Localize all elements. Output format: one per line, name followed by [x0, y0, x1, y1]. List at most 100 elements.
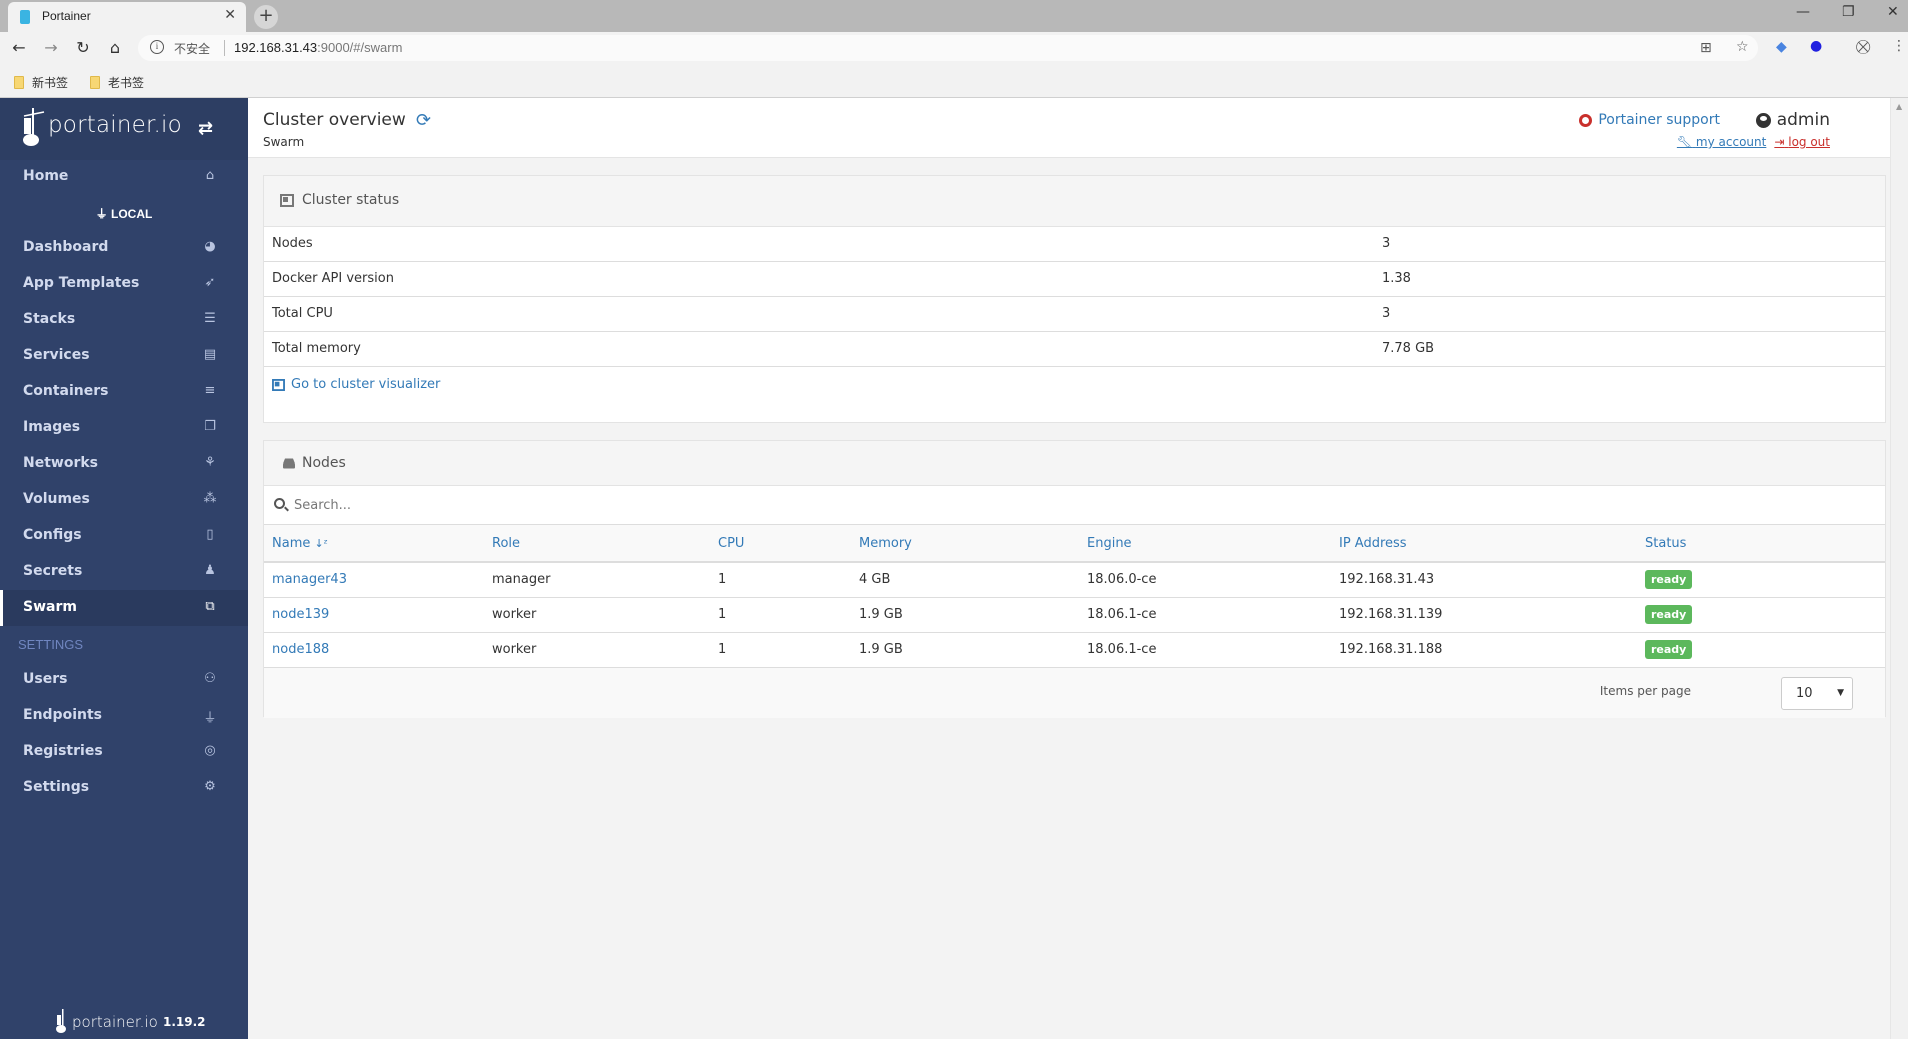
sidebar-item-label: Stacks [23, 311, 76, 327]
window-close-icon[interactable]: ✕ [1887, 4, 1899, 20]
refresh-icon[interactable]: ⟳ [416, 110, 431, 131]
menu-kebab-icon[interactable]: ⋮ [1892, 38, 1906, 54]
home-browser-icon[interactable]: ⌂ [104, 38, 126, 57]
endpoint-label: LOCAL [111, 207, 153, 221]
sidebar-logo-area: portainer.io ⇄ [0, 98, 248, 160]
back-icon[interactable]: ← [8, 38, 30, 57]
hdd-icon [283, 458, 295, 469]
table-row: node188 worker 1 1.9 GB 18.06.1-ce 192.1… [264, 632, 1885, 668]
node-role: manager [484, 562, 710, 598]
reload-icon[interactable]: ↻ [72, 38, 94, 57]
node-name-link[interactable]: node139 [272, 607, 329, 622]
sidebar-item-label: Swarm [23, 599, 77, 615]
column-header-status[interactable]: Status [1637, 525, 1885, 563]
url-path: :9000/#/swarm [317, 40, 403, 55]
extension-circle-icon[interactable]: ● [1810, 38, 1822, 54]
column-header-engine[interactable]: Engine [1079, 525, 1331, 563]
rocket-icon: ➶ [204, 275, 216, 290]
column-header-cpu[interactable]: CPU [710, 525, 851, 563]
incognito-icon[interactable]: ⛒ [1856, 39, 1870, 55]
cluster-status-row: Total memory 7.78 GB [264, 332, 1885, 367]
node-memory: 1.9 GB [851, 597, 1079, 633]
bookmark-folder[interactable]: 新书签 [14, 74, 68, 91]
cogs-icon: ⚙ [204, 779, 216, 794]
scroll-up-icon[interactable]: ▲ [1896, 102, 1902, 111]
google-translate-ext-icon[interactable]: ◆ [1776, 39, 1787, 55]
column-header-name[interactable]: Name ↓ᶻ [264, 525, 484, 563]
object-group-icon [280, 194, 294, 207]
logo-text[interactable]: portainer.io [48, 112, 182, 138]
sidebar-item-users[interactable]: Users ⚇ [0, 662, 248, 698]
log-out-link[interactable]: ⇥ log out [1774, 135, 1830, 149]
new-tab-button[interactable]: + [254, 5, 278, 29]
url-text[interactable]: 192.168.31.43:9000/#/swarm [234, 40, 402, 55]
column-header-ip-address[interactable]: IP Address [1331, 525, 1637, 563]
translate-icon[interactable]: ⊞ [1700, 40, 1712, 56]
sidebar-item-services[interactable]: Services ▤ [0, 338, 248, 374]
sidebar-item-label: Secrets [23, 563, 83, 579]
row-value: 1.38 [1382, 271, 1411, 286]
sidebar-item-home[interactable]: Home ⌂ [0, 159, 248, 195]
sidebar-item-secrets[interactable]: Secrets ♟ [0, 554, 248, 590]
sidebar-item-dashboard[interactable]: Dashboard ◕ [0, 230, 248, 266]
items-per-page-value: 10 [1796, 685, 1813, 701]
cluster-visualizer-link[interactable]: Go to cluster visualizer [272, 377, 440, 392]
sidebar-item-images[interactable]: Images ❐ [0, 410, 248, 446]
minimize-icon[interactable]: — [1796, 4, 1810, 20]
toggle-sidebar-icon[interactable]: ⇄ [198, 118, 213, 139]
bookmark-star-icon[interactable]: ☆ [1736, 39, 1749, 55]
sidebar-item-label: Containers [23, 383, 109, 399]
forward-icon[interactable]: → [40, 38, 62, 57]
node-role: worker [484, 597, 710, 633]
sidebar-item-volumes[interactable]: Volumes ⁂ [0, 482, 248, 518]
tab-title: Portainer [42, 9, 91, 23]
node-engine: 18.06.0-ce [1079, 562, 1331, 598]
page-scrollbar[interactable]: ▲ [1890, 98, 1908, 1039]
tachometer-icon: ◕ [204, 239, 216, 254]
node-cpu: 1 [710, 597, 851, 633]
nodes-panel: Nodes Name ↓ᶻ Role CPU Memory Engine IP … [263, 440, 1886, 718]
node-ip: 192.168.31.188 [1331, 632, 1637, 668]
portainer-logo-small-icon [56, 1009, 66, 1033]
bookmark-folder[interactable]: 老书签 [90, 74, 144, 91]
plug-icon: ⏚ [203, 711, 217, 726]
node-name-link[interactable]: node188 [272, 642, 329, 657]
sidebar-item-endpoints[interactable]: Endpoints ⏚ [0, 698, 248, 734]
portainer-support-link[interactable]: Portainer support [1579, 112, 1720, 128]
browser-tab-bar: Portainer ✕ + — ❐ ✕ [0, 0, 1908, 32]
sidebar-item-networks[interactable]: Networks ⚘ [0, 446, 248, 482]
sidebar-item-label: Configs [23, 527, 82, 543]
home-icon: ⌂ [205, 168, 215, 183]
sidebar-item-registries[interactable]: Registries ◎ [0, 734, 248, 770]
browser-tab[interactable]: Portainer ✕ [8, 2, 246, 32]
column-header-role[interactable]: Role [484, 525, 710, 563]
address-bar[interactable]: i 不安全 192.168.31.43:9000/#/swarm [138, 35, 1758, 61]
node-cpu: 1 [710, 562, 851, 598]
endpoint-name: ⏚ LOCAL [0, 205, 248, 222]
my-account-link[interactable]: 🔧︎ my account [1677, 135, 1766, 149]
row-value: 3 [1382, 306, 1391, 321]
sidebar-item-swarm[interactable]: Swarm ⧉ [0, 590, 248, 626]
sidebar-item-settings[interactable]: Settings ⚙ [0, 770, 248, 806]
items-per-page-select[interactable]: 10 ▼ [1781, 676, 1853, 710]
status-badge: ready [1645, 570, 1693, 590]
node-engine: 18.06.1-ce [1079, 597, 1331, 633]
tab-close-icon[interactable]: ✕ [224, 7, 236, 23]
sidebar-item-label: Endpoints [23, 707, 102, 723]
sidebar-item-containers[interactable]: Containers ≡ [0, 374, 248, 410]
sidebar-item-label: App Templates [23, 275, 140, 291]
bookmark-label: 新书签 [32, 76, 69, 90]
sidebar-item-app-templates[interactable]: App Templates ➶ [0, 266, 248, 302]
server-icon: ≡ [204, 383, 216, 398]
list-alt-icon: ▤ [203, 347, 217, 362]
node-name-link[interactable]: manager43 [272, 572, 347, 587]
search-input[interactable] [294, 494, 1854, 516]
row-key: Nodes [272, 236, 313, 251]
sidebar-item-stacks[interactable]: Stacks ☰ [0, 302, 248, 338]
sidebar-item-configs[interactable]: Configs ▯ [0, 518, 248, 554]
restore-icon[interactable]: ❐ [1842, 4, 1855, 20]
column-header-memory[interactable]: Memory [851, 525, 1079, 563]
visualizer-link-label: Go to cluster visualizer [291, 377, 441, 392]
footer-logo-text: portainer.io [72, 1013, 158, 1031]
info-icon[interactable]: i [150, 40, 164, 54]
